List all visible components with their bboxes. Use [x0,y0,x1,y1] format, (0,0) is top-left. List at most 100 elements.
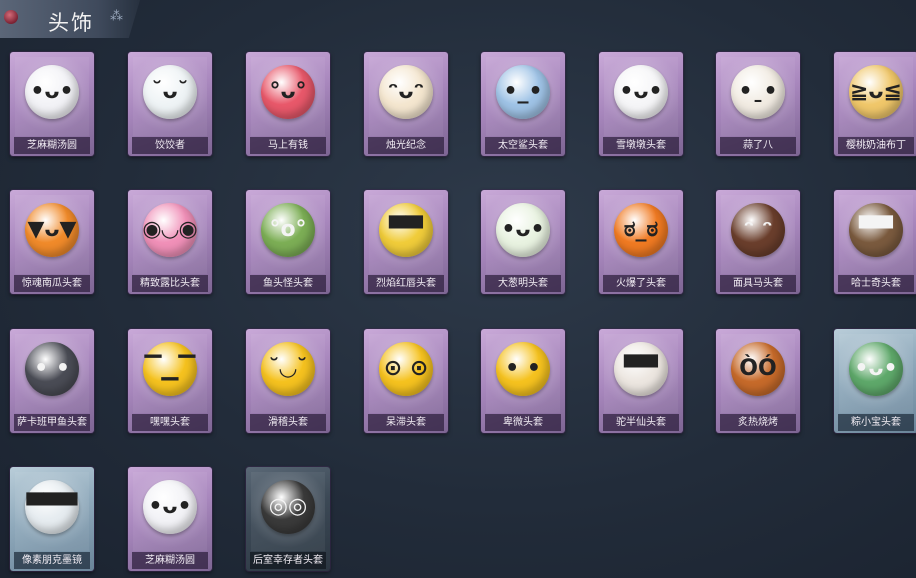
item-card[interactable]: ▀▀ 驼半仙头套 [599,329,683,433]
item-label: 萨卡班甲鱼头套 [14,414,90,431]
item-card[interactable]: •ᴗ• 大葱明头套 [481,190,565,294]
item-card[interactable]: ▔▁▔ 嘿嘿头套 [128,329,212,433]
card-backdrop: °ᴗ° [251,57,325,136]
horse-mask-icon: ᵔ ᵔ [731,202,785,257]
item-label: 精致露比头套 [132,275,208,292]
item-label: 大葱明头套 [485,275,561,292]
fish-head-icon: °o° [261,202,315,257]
item-card[interactable]: ˘ᴗ˘ 饺饺者 [128,52,212,156]
item-label: 樱桃奶油布丁 [838,137,914,154]
grin-emoji-icon: ▔▁▔ [143,341,197,396]
item-label: 滑稽头套 [250,414,326,431]
humble-emoji-icon: • • [496,341,550,396]
item-card[interactable]: ᵔ ᵔ 面具马头套 [716,190,800,294]
pikachu-icon: ▀▀ [379,202,433,257]
item-label: 卑微头套 [485,414,561,431]
snowman-icon: •ᴗ• [614,64,668,119]
item-card[interactable]: •ᴗ• 芝麻糊汤圆 [10,52,94,156]
item-label: 饺饺者 [132,137,208,154]
gas-mask-icon: ◎◎ [261,479,315,534]
item-label: 炙热烧烤 [720,414,796,431]
card-backdrop: •_• [486,57,560,136]
item-card[interactable]: ᵔᴗᵔ 烛光纪念 [364,52,448,156]
dumpling-icon: ˘ᴗ˘ [143,64,197,119]
item-card[interactable]: ಠ_ಠ 火爆了头套 [599,190,683,294]
item-label: 后室幸存者头套 [250,552,326,569]
pixel-sunglasses-icon: ▀▀▀ [25,479,79,534]
item-card[interactable]: ▀▀ 烈焰红唇头套 [364,190,448,294]
card-backdrop: ▀▀▀ [15,472,89,551]
card-backdrop: ᵔᴗᵔ [369,57,443,136]
card-backdrop: ◉◡◉ [133,195,207,274]
tangyuan-icon: •ᴗ• [143,479,197,534]
bbq-icon: ÒÓ [731,341,785,396]
item-card[interactable]: ⊙ ⊙ 呆滞头套 [364,329,448,433]
fire-icon: ಠ_ಠ [614,202,668,257]
card-backdrop: •ᴗ• [133,472,207,551]
item-label: 芝麻糊汤圆 [132,552,208,569]
husky-icon: ▀▀ [849,202,903,257]
item-label: 烛光纪念 [368,137,444,154]
card-backdrop: •ᴗ• [604,57,678,136]
card-backdrop: ◎◎ [251,472,325,551]
dazed-emoji-icon: ⊙ ⊙ [379,341,433,396]
card-backdrop: •ˍ• [721,57,795,136]
card-backdrop: ˘◡˘ [251,334,325,413]
card-backdrop: • • [15,334,89,413]
item-card[interactable]: •ᴗ• 芝麻糊汤圆 [128,467,212,571]
item-card[interactable]: °ᴗ° 马上有钱 [246,52,330,156]
item-label: 惊魂南瓜头套 [14,275,90,292]
card-backdrop: ÒÓ [721,334,795,413]
item-card[interactable]: ▀▀▀ 像素朋克墨镜 [10,467,94,571]
card-backdrop: ▼ᴗ▼ [15,195,89,274]
item-label: 火爆了头套 [603,275,679,292]
item-label: 粽小宝头套 [838,414,914,431]
item-card[interactable]: ◉◡◉ 精致露比头套 [128,190,212,294]
item-card[interactable]: ▀▀ 哈士奇头套 [834,190,916,294]
card-backdrop: ⊙ ⊙ [369,334,443,413]
item-card[interactable]: ˘◡˘ 滑稽头套 [246,329,330,433]
pig-icon: ◉◡◉ [142,202,198,257]
item-card[interactable]: • • 卑微头套 [481,329,565,433]
card-backdrop: ▀▀ [369,195,443,274]
item-card[interactable]: •ᴗ• 雪墩墩头套 [599,52,683,156]
item-label: 像素朋克墨镜 [14,552,90,569]
item-label: 太空鲨头套 [485,137,561,154]
card-backdrop: •ᴗ• [15,57,89,136]
card-backdrop: •ᴗ• [486,195,560,274]
item-card[interactable]: •ˍ• 蒜了八 [716,52,800,156]
item-label: 烈焰红唇头套 [368,275,444,292]
item-card[interactable]: °o° 鱼头怪头套 [246,190,330,294]
item-card[interactable]: ◎◎ 后室幸存者头套 [246,467,330,571]
item-label: 雪墩墩头套 [603,137,679,154]
item-label: 驼半仙头套 [603,414,679,431]
card-backdrop: ≧ᴗ≦ [839,57,913,136]
card-backdrop: •ᴗ• [839,334,913,413]
item-label: 鱼头怪头套 [250,275,326,292]
horse-icon: °ᴗ° [261,64,315,119]
alpaca-icon: ▀▀ [614,341,668,396]
sly-emoji-icon: ˘◡˘ [261,341,315,396]
item-label: 呆滞头套 [368,414,444,431]
card-backdrop: ಠ_ಠ [604,195,678,274]
item-card[interactable]: ÒÓ 炙热烧烤 [716,329,800,433]
item-grid: •ᴗ• 芝麻糊汤圆 ˘ᴗ˘ 饺饺者 °ᴗ° 马上有钱 ᵔᴗᵔ 烛光纪念 •_• 太空鲨头套 •ᴗ• 雪… [0,0,916,578]
item-card[interactable]: • • 萨卡班甲鱼头套 [10,329,94,433]
item-label: 蒜了八 [720,137,796,154]
zongzi-icon: •ᴗ• [849,341,903,396]
armored-fish-icon: • • [25,341,79,396]
card-backdrop: ᵔ ᵔ [721,195,795,274]
item-label: 哈士奇头套 [838,275,914,292]
shark-icon: •_• [496,64,550,119]
item-label: 嘿嘿头套 [132,414,208,431]
card-backdrop: °o° [251,195,325,274]
pumpkin-icon: ▼ᴗ▼ [25,202,79,257]
card-backdrop: ▀▀ [604,334,678,413]
item-card[interactable]: ▼ᴗ▼ 惊魂南瓜头套 [10,190,94,294]
item-card[interactable]: •ᴗ• 粽小宝头套 [834,329,916,433]
item-card[interactable]: ≧ᴗ≦ 樱桃奶油布丁 [834,52,916,156]
candle-icon: ᵔᴗᵔ [379,64,433,119]
item-label: 面具马头套 [720,275,796,292]
garlic-icon: •ˍ• [731,64,785,119]
item-card[interactable]: •_• 太空鲨头套 [481,52,565,156]
